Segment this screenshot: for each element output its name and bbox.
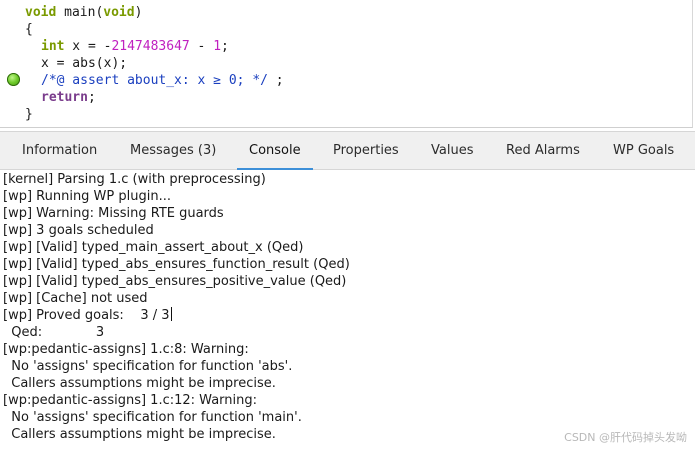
code-line-5: /*@ assert about_x: x ≥ 0; */ ;	[41, 72, 284, 89]
watermark: CSDN @肝代码掉头发呦	[564, 431, 687, 444]
code-text: -	[189, 39, 214, 54]
console-line: [wp] Running WP plugin...	[3, 189, 171, 204]
code-text: ;	[87, 90, 96, 105]
console-line: [wp:pedantic-assigns] 1.c:12: Warning:	[3, 393, 257, 408]
console-line-text: [wp] Proved goals: 3 / 3	[3, 308, 170, 323]
code-text: main(	[56, 5, 104, 20]
code-text: x = -	[64, 39, 112, 54]
console-line: [wp] [Valid] typed_main_assert_about_x (…	[3, 240, 304, 255]
console-line: [wp] 3 goals scheduled	[3, 223, 154, 238]
number-literal: 2147483647	[111, 39, 190, 54]
tab-red-alarms[interactable]: Red Alarms	[506, 132, 580, 170]
keyword-return: return	[41, 90, 88, 105]
tab-information[interactable]: Information	[22, 132, 97, 170]
console-line: No 'assigns' specification for function …	[3, 359, 293, 374]
console-line-proved: [wp] Proved goals: 3 / 3	[3, 307, 172, 324]
console-line: Qed: 3	[3, 325, 105, 340]
console-output[interactable]: [kernel] Parsing 1.c (with preprocessing…	[0, 170, 695, 454]
console-line: [wp] [Valid] typed_abs_ensures_positive_…	[3, 274, 347, 289]
keyword-int: int	[41, 39, 65, 54]
number-literal: 1	[213, 39, 222, 54]
code-line-1: void main(void)	[25, 4, 142, 21]
tab-wp-goals[interactable]: WP Goals	[613, 132, 674, 170]
console-line: Callers assumptions might be imprecise.	[3, 427, 276, 442]
text-cursor	[170, 307, 172, 321]
tab-values[interactable]: Values	[431, 132, 473, 170]
code-line-6: return;	[41, 89, 96, 106]
tab-console[interactable]: Console	[249, 132, 301, 170]
panel-tab-bar: Information Messages (3) Console Propert…	[0, 131, 695, 171]
keyword-void: void	[25, 5, 57, 20]
code-text: )	[134, 5, 143, 20]
console-line: [wp] Warning: Missing RTE guards	[3, 206, 224, 221]
console-line: [wp:pedantic-assigns] 1.c:8: Warning:	[3, 342, 249, 357]
acsl-annotation[interactable]: /*@ assert about_x: x ≥ 0; */	[41, 73, 268, 88]
console-line: [kernel] Parsing 1.c (with preprocessing…	[3, 172, 266, 187]
code-line-3: int x = -2147483647 - 1;	[41, 38, 229, 55]
code-line-7: }	[25, 107, 33, 122]
tab-messages[interactable]: Messages (3)	[130, 132, 216, 170]
code-line-2: {	[25, 22, 33, 37]
console-line: No 'assigns' specification for function …	[3, 410, 302, 425]
valid-status-icon[interactable]	[7, 73, 20, 86]
console-line: [wp] [Cache] not used	[3, 291, 148, 306]
tab-properties[interactable]: Properties	[333, 132, 399, 170]
code-line-4: x = abs(x);	[41, 56, 128, 71]
code-editor[interactable]: void main(void) { int x = -2147483647 - …	[0, 0, 693, 128]
console-line: Callers assumptions might be imprecise.	[3, 376, 276, 391]
console-line: [wp] [Valid] typed_abs_ensures_function_…	[3, 257, 350, 272]
code-text: ;	[267, 73, 284, 88]
code-text: ;	[221, 39, 229, 54]
keyword-void: void	[103, 5, 135, 20]
